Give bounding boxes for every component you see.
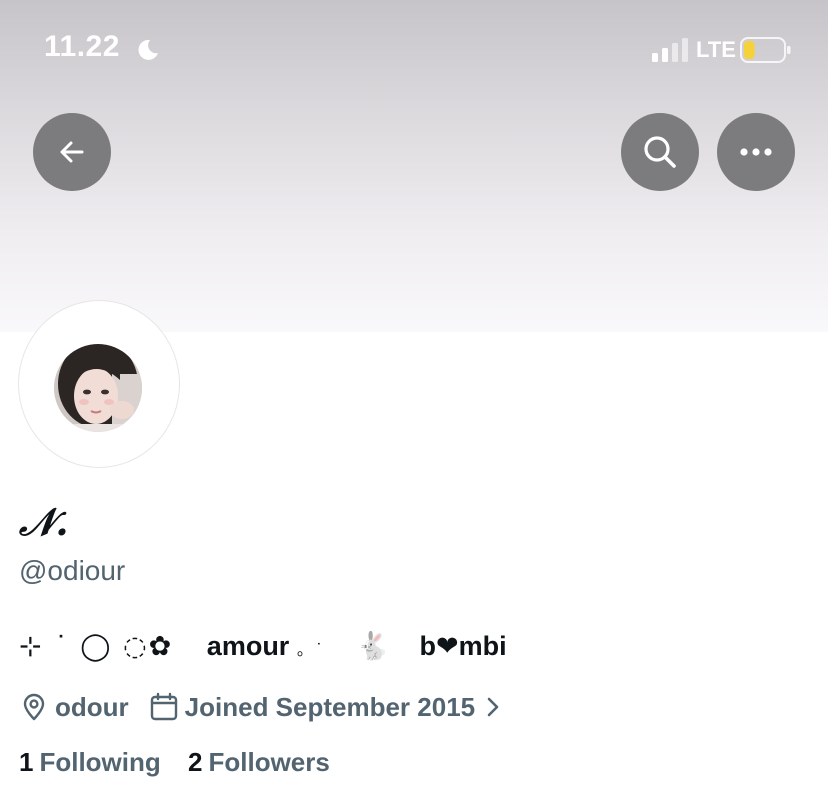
status-time: 11.22 (44, 30, 120, 63)
following-link[interactable]: 1 Following (19, 747, 161, 778)
profile-screen: 11.22 LTE 𝒩. @odiour ⊹ ˙ ◯ ◌✿ amour 。˙ 🐇… (0, 0, 828, 803)
back-button[interactable] (33, 113, 111, 191)
location-pin-icon (23, 693, 45, 721)
network-type: LTE (696, 37, 736, 62)
followers-label: Followers (208, 747, 330, 777)
battery-icon (740, 37, 791, 63)
bio-dot: 。˙ (296, 640, 325, 659)
chevron-right-icon[interactable] (483, 694, 503, 720)
display-name: 𝒩. (19, 499, 69, 544)
search-icon (644, 136, 676, 168)
moon-icon (138, 39, 158, 60)
bio-word-bambi: b❤mbi (419, 631, 507, 661)
rabbit-emoji: 🐇 (356, 631, 390, 662)
arrow-left-icon (60, 141, 84, 163)
bio-decoration: ⊹ ˙ ◯ ◌✿ (19, 631, 174, 662)
profile-location: odour (55, 691, 129, 722)
follow-stats: 1 Following 2 Followers (19, 747, 330, 778)
more-horizontal-icon (740, 148, 772, 156)
search-button[interactable] (621, 113, 699, 191)
calendar-icon (150, 692, 177, 721)
signal-icon (652, 38, 688, 62)
followers-count: 2 (188, 747, 203, 777)
bio-word-amour: amour (206, 631, 290, 661)
profile-meta: odour Joined September 2015 (19, 690, 503, 724)
following-count: 1 (19, 747, 34, 777)
joined-date[interactable]: Joined September 2015 (185, 692, 475, 723)
followers-link[interactable]: 2 Followers (188, 747, 330, 778)
profile-bio: ⊹ ˙ ◯ ◌✿ amour 。˙ 🐇 b❤mbi (19, 630, 507, 662)
more-button[interactable] (717, 113, 795, 191)
following-label: Following (39, 747, 161, 777)
avatar[interactable] (54, 344, 142, 432)
username-handle: @odiour (19, 555, 126, 586)
